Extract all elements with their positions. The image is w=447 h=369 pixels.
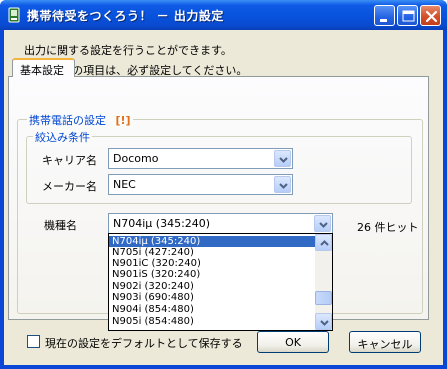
close-icon bbox=[425, 10, 438, 23]
chevron-down-icon bbox=[320, 320, 329, 326]
model-dropdown-list[interactable]: N704iμ (345:240) N705i (427:240) N901iC … bbox=[108, 233, 333, 331]
required-mark: [!] bbox=[115, 114, 131, 127]
minimize-icon bbox=[380, 19, 387, 22]
maximize-icon bbox=[402, 10, 415, 22]
save-default-checkbox[interactable] bbox=[27, 335, 40, 348]
maker-value: NEC bbox=[113, 178, 136, 191]
model-option[interactable]: N904i (854:480) bbox=[109, 304, 316, 315]
chevron-down-icon[interactable] bbox=[314, 215, 331, 232]
minimize-button[interactable] bbox=[374, 5, 395, 26]
filter-group-title: 絞込み条件 bbox=[33, 129, 92, 145]
model-option[interactable]: N902i (320:240) bbox=[109, 281, 316, 292]
dropdown-scrollbar[interactable] bbox=[315, 234, 332, 330]
model-option[interactable]: N905i (854:480) bbox=[109, 316, 316, 327]
model-value: N704iμ (345:240) bbox=[113, 217, 211, 230]
model-select[interactable]: N704iμ (345:240) bbox=[108, 213, 333, 234]
scroll-down-button[interactable] bbox=[315, 313, 332, 330]
model-option[interactable]: N901iS (320:240) bbox=[109, 269, 316, 280]
chevron-down-icon[interactable] bbox=[274, 176, 291, 193]
maker-select[interactable]: NEC bbox=[108, 174, 293, 195]
description-line-1: 出力に関する設定を行うことができます。 bbox=[24, 44, 232, 57]
tab-label: 基本設定 bbox=[20, 64, 64, 77]
carrier-select[interactable]: Docomo bbox=[108, 148, 293, 169]
model-option[interactable]: N705i (427:240) bbox=[109, 247, 316, 258]
model-label: 機種名 bbox=[44, 219, 77, 232]
model-option[interactable]: N704iμ (345:240) bbox=[109, 236, 316, 247]
chevron-up-icon bbox=[320, 240, 329, 246]
carrier-value: Docomo bbox=[113, 152, 159, 165]
cancel-button-label: キャンセル bbox=[357, 338, 413, 351]
app-icon bbox=[6, 7, 22, 23]
window-title: 携帯待受をつくろう！ － 出力設定 bbox=[27, 9, 224, 23]
tab-basic-settings[interactable]: 基本設定 bbox=[12, 58, 75, 77]
scrollbar-thumb[interactable] bbox=[315, 291, 332, 305]
close-window-button[interactable] bbox=[420, 5, 441, 26]
ok-button-label: OK bbox=[285, 336, 301, 349]
model-option[interactable]: N903i (690:480) bbox=[109, 292, 316, 303]
save-default-label: 現在の設定をデフォルトとして保存する bbox=[45, 337, 243, 350]
scroll-up-button[interactable] bbox=[315, 234, 332, 251]
chevron-down-icon[interactable] bbox=[274, 150, 291, 167]
cancel-button[interactable]: キャンセル bbox=[349, 331, 421, 353]
model-option[interactable]: N901iC (320:240) bbox=[109, 258, 316, 269]
title-bar[interactable]: 携帯待受をつくろう！ － 出力設定 bbox=[0, 0, 447, 30]
ok-button[interactable]: OK bbox=[257, 331, 329, 353]
carrier-label: キャリア名 bbox=[42, 154, 97, 167]
maker-label: メーカー名 bbox=[42, 180, 97, 193]
maximize-button[interactable] bbox=[397, 5, 418, 26]
hit-count: 26 件ヒット bbox=[357, 221, 419, 234]
phone-settings-title: 携帯電話の設定 [!] bbox=[27, 112, 133, 128]
phone-settings-title-text: 携帯電話の設定 bbox=[29, 114, 106, 127]
